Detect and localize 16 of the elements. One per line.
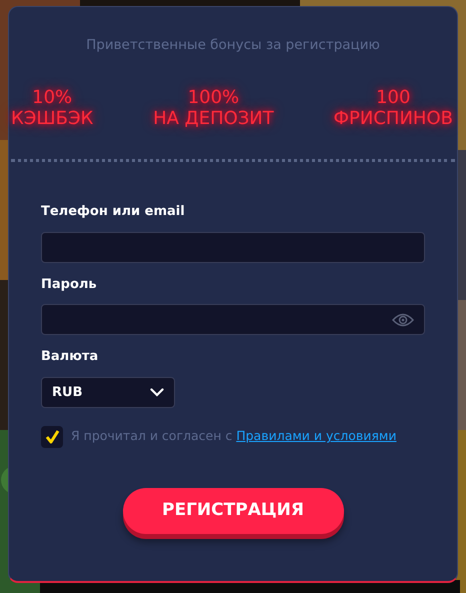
phone-email-field[interactable] [41,232,425,263]
agree-checkbox[interactable] [41,426,63,448]
password-field[interactable] [41,304,425,336]
register-button[interactable]: РЕГИСТРАЦИЯ [122,488,344,534]
field-label: Валюта [41,348,100,366]
bonus-heading: Приветственные бонусы за регистрацию [85,36,381,55]
field-label: Телефон или email [41,203,186,222]
bonus-text: 100 ФРИСПИНОВ [334,87,453,130]
chevron-down-icon [150,388,164,397]
bonus-text: 10% КЭШБЭК [11,87,94,130]
currency-select[interactable]: RUB [41,376,175,408]
bonus-text: 100% НА ДЕПОЗИТ [153,87,274,130]
eye-icon[interactable] [392,312,414,327]
terms-link[interactable]: Правилами и условиями [236,428,396,444]
agreement-text: Я прочитал и согласен с Правилами и условиями [71,427,396,446]
field-label: Пароль [41,276,98,294]
